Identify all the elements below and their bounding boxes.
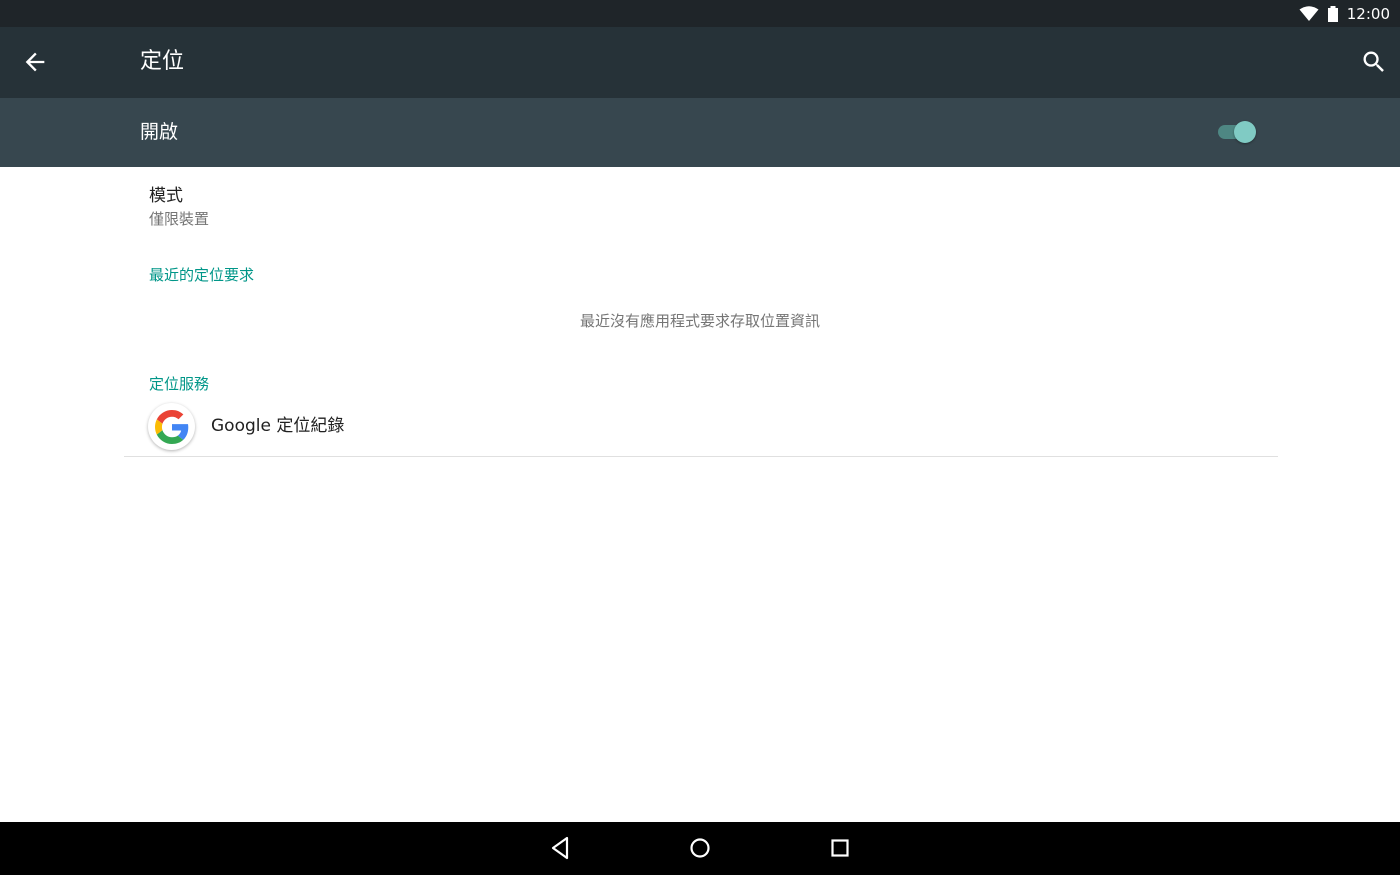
navigation-bar	[0, 822, 1400, 875]
master-switch-label: 開啟	[140, 121, 179, 143]
no-recent-requests-text: 最近沒有應用程式要求存取位置資訊	[579, 312, 820, 330]
status-time: 12:00	[1346, 4, 1390, 23]
master-switch-bar[interactable]: 開啟	[0, 98, 1400, 167]
location-toggle[interactable]	[1216, 121, 1258, 143]
nav-recents-icon[interactable]	[825, 833, 855, 863]
page-title: 定位	[140, 49, 185, 74]
google-location-history-item[interactable]: Google 定位紀錄	[124, 399, 1278, 455]
mode-summary: 僅限裝置	[149, 210, 210, 228]
toggle-thumb	[1234, 121, 1256, 143]
search-icon[interactable]	[1360, 48, 1388, 76]
recent-requests-header: 最近的定位要求	[149, 266, 255, 284]
mode-title: 模式	[149, 186, 183, 206]
google-location-history-label: Google 定位紀錄	[211, 416, 345, 436]
arrow-back-icon[interactable]	[21, 48, 49, 76]
settings-list: 模式 僅限裝置 最近的定位要求 最近沒有應用程式要求存取位置資訊 定位服務 Go…	[0, 167, 1400, 822]
wifi-icon	[1299, 5, 1319, 21]
status-bar: 12:00	[0, 0, 1400, 27]
battery-icon	[1327, 5, 1338, 22]
google-g-icon	[148, 403, 195, 450]
nav-back-icon[interactable]	[545, 833, 575, 863]
divider	[124, 456, 1278, 457]
nav-home-icon[interactable]	[685, 833, 715, 863]
location-services-header: 定位服務	[149, 375, 210, 393]
app-bar: 定位	[0, 27, 1400, 98]
mode-preference[interactable]: 模式 僅限裝置	[124, 177, 1278, 237]
